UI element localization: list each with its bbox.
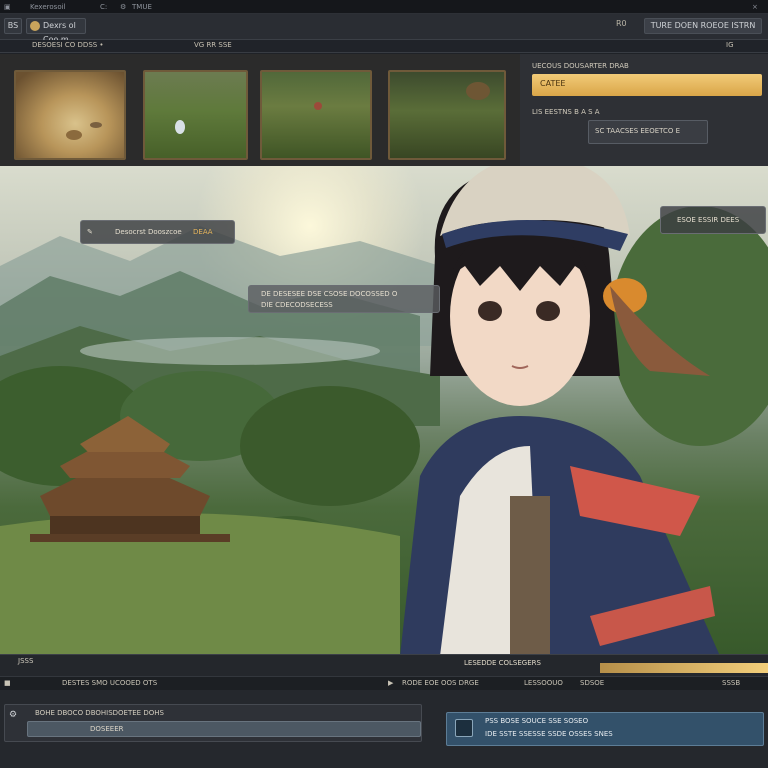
breadcrumb[interactable]: DESOESI CO DDSS • — [32, 41, 104, 49]
menu-item-2[interactable]: C: — [100, 0, 107, 14]
edit-icon: ✎ — [87, 228, 93, 236]
map-marker — [175, 120, 185, 134]
footer-right-panel[interactable]: PSS BOSE SOUCE SSE SOSEO IDE SSTE SSESSE… — [446, 712, 764, 746]
system-bar: ▣ Kexerosoil C: ⚙ TMUE × — [0, 0, 768, 14]
item-icon — [455, 719, 473, 737]
home-button[interactable]: BS — [4, 18, 22, 34]
game-scene[interactable]: ✎ Desocrst Dooszcoe DEAA DE DESESEE DSE … — [0, 166, 768, 654]
scene-caption: JSSS — [18, 657, 34, 665]
map-marker — [314, 102, 322, 110]
menu-item-1[interactable]: Kexerosoil — [30, 0, 66, 14]
status-icon: ■ — [4, 679, 11, 687]
thumbnail-strip — [0, 54, 520, 166]
map-marker — [90, 122, 102, 128]
status-chip[interactable]: ESOE ESSIR DEES — [660, 206, 766, 234]
scene-thumbnail-3[interactable] — [260, 70, 372, 160]
info-banner-text: Desocrst Dooszcoe — [115, 228, 182, 236]
thumbnail-image — [145, 72, 246, 158]
title-button[interactable]: TURE DOEN ROEOE ISTRN — [644, 18, 762, 34]
footer-input[interactable]: DOSEEER — [27, 721, 421, 737]
sub-bar: DESOESI CO DDSS • VG RR SSE IG — [0, 40, 768, 53]
scene-thumbnail-4[interactable] — [388, 70, 506, 160]
status-text-far: SSSB — [722, 679, 741, 687]
gold-bar-label: CATEE — [540, 79, 566, 88]
primary-action-bar[interactable]: CATEE — [532, 74, 762, 96]
scene-thumbnail-2[interactable] — [143, 70, 248, 160]
thumbnail-image — [16, 72, 124, 158]
info-banner-badge: DEAA — [193, 228, 213, 236]
close-button[interactable]: × — [752, 0, 758, 14]
dialog-name-tag: LESEDDE COLSEGERS — [464, 659, 541, 667]
app-icon[interactable]: ▣ — [4, 0, 11, 14]
sub-label: VG RR SSE — [194, 41, 232, 49]
thumbnail-image — [262, 72, 370, 158]
side-panel: UECOUS DOUSARTER DRAB LIS EESTNS B A S A — [520, 54, 768, 166]
info-banner[interactable]: ✎ Desocrst Dooszcoe DEAA — [80, 220, 235, 244]
toolbar: BS Dexrs ol Coo m R0 TURE DOEN ROEOE IST… — [0, 14, 768, 44]
scene-caption-bar: JSSS LESEDDE COLSEGERS — [0, 654, 768, 676]
settings-icon[interactable]: ⚙ — [9, 710, 21, 722]
map-marker — [466, 82, 490, 100]
scene-thumbnail-1[interactable] — [14, 70, 126, 160]
gear-icon[interactable]: ⚙ — [120, 0, 126, 14]
location-field[interactable]: Dexrs ol Coo m — [26, 18, 86, 44]
menu-item-3[interactable]: TMUE — [132, 0, 152, 14]
panel-field-label: SC TAACSES EEOETCO E — [595, 127, 681, 135]
footer-right-line-2: IDE SSTE SSESSE SSDE OSSES SNES — [485, 730, 613, 738]
toolbar-label: R0 — [616, 19, 627, 28]
footer-input-text: DOSEEER — [90, 725, 124, 733]
play-icon[interactable]: ▶ — [388, 679, 393, 687]
status-chip-text: ESOE ESSIR DEES — [677, 216, 740, 224]
footer-left-panel[interactable]: ⚙ BOHE DBOCO DBOHISDOETEE DOHS DOSEEER — [4, 704, 422, 742]
status-text-right-a: LESSOOUO — [524, 679, 563, 687]
dialog-line-2: DIE CDECODSECESS — [261, 301, 333, 309]
character-portrait[interactable] — [320, 166, 740, 654]
progress-bar — [600, 663, 768, 673]
footer-right-line-1: PSS BOSE SOUCE SSE SOSEO — [485, 717, 589, 725]
status-bar: ■ DESTES SMO UCOOED OTS ▶ RODE EOE OOS D… — [0, 676, 768, 690]
panel-title: UECOUS DOUSARTER DRAB — [532, 62, 629, 70]
panel-field[interactable]: SC TAACSES EEOETCO E — [588, 120, 708, 144]
coin-icon — [30, 21, 40, 31]
status-text-right-b: SDSOE — [580, 679, 605, 687]
dialog-box[interactable]: DE DESESEE DSE CSOSE DOCOSSED O DIE CDEC… — [248, 285, 440, 313]
status-text-left: DESTES SMO UCOOED OTS — [62, 679, 158, 687]
footer-left-title: BOHE DBOCO DBOHISDOETEE DOHS — [35, 709, 164, 717]
status-text-mid: RODE EOE OOS DRGE — [402, 679, 479, 687]
panel-sub-label: LIS EESTNS B A S A — [532, 108, 600, 116]
dialog-line-1: DE DESESEE DSE CSOSE DOCOSSED O — [261, 290, 398, 298]
sub-right[interactable]: IG — [726, 41, 734, 49]
map-marker — [66, 130, 82, 140]
